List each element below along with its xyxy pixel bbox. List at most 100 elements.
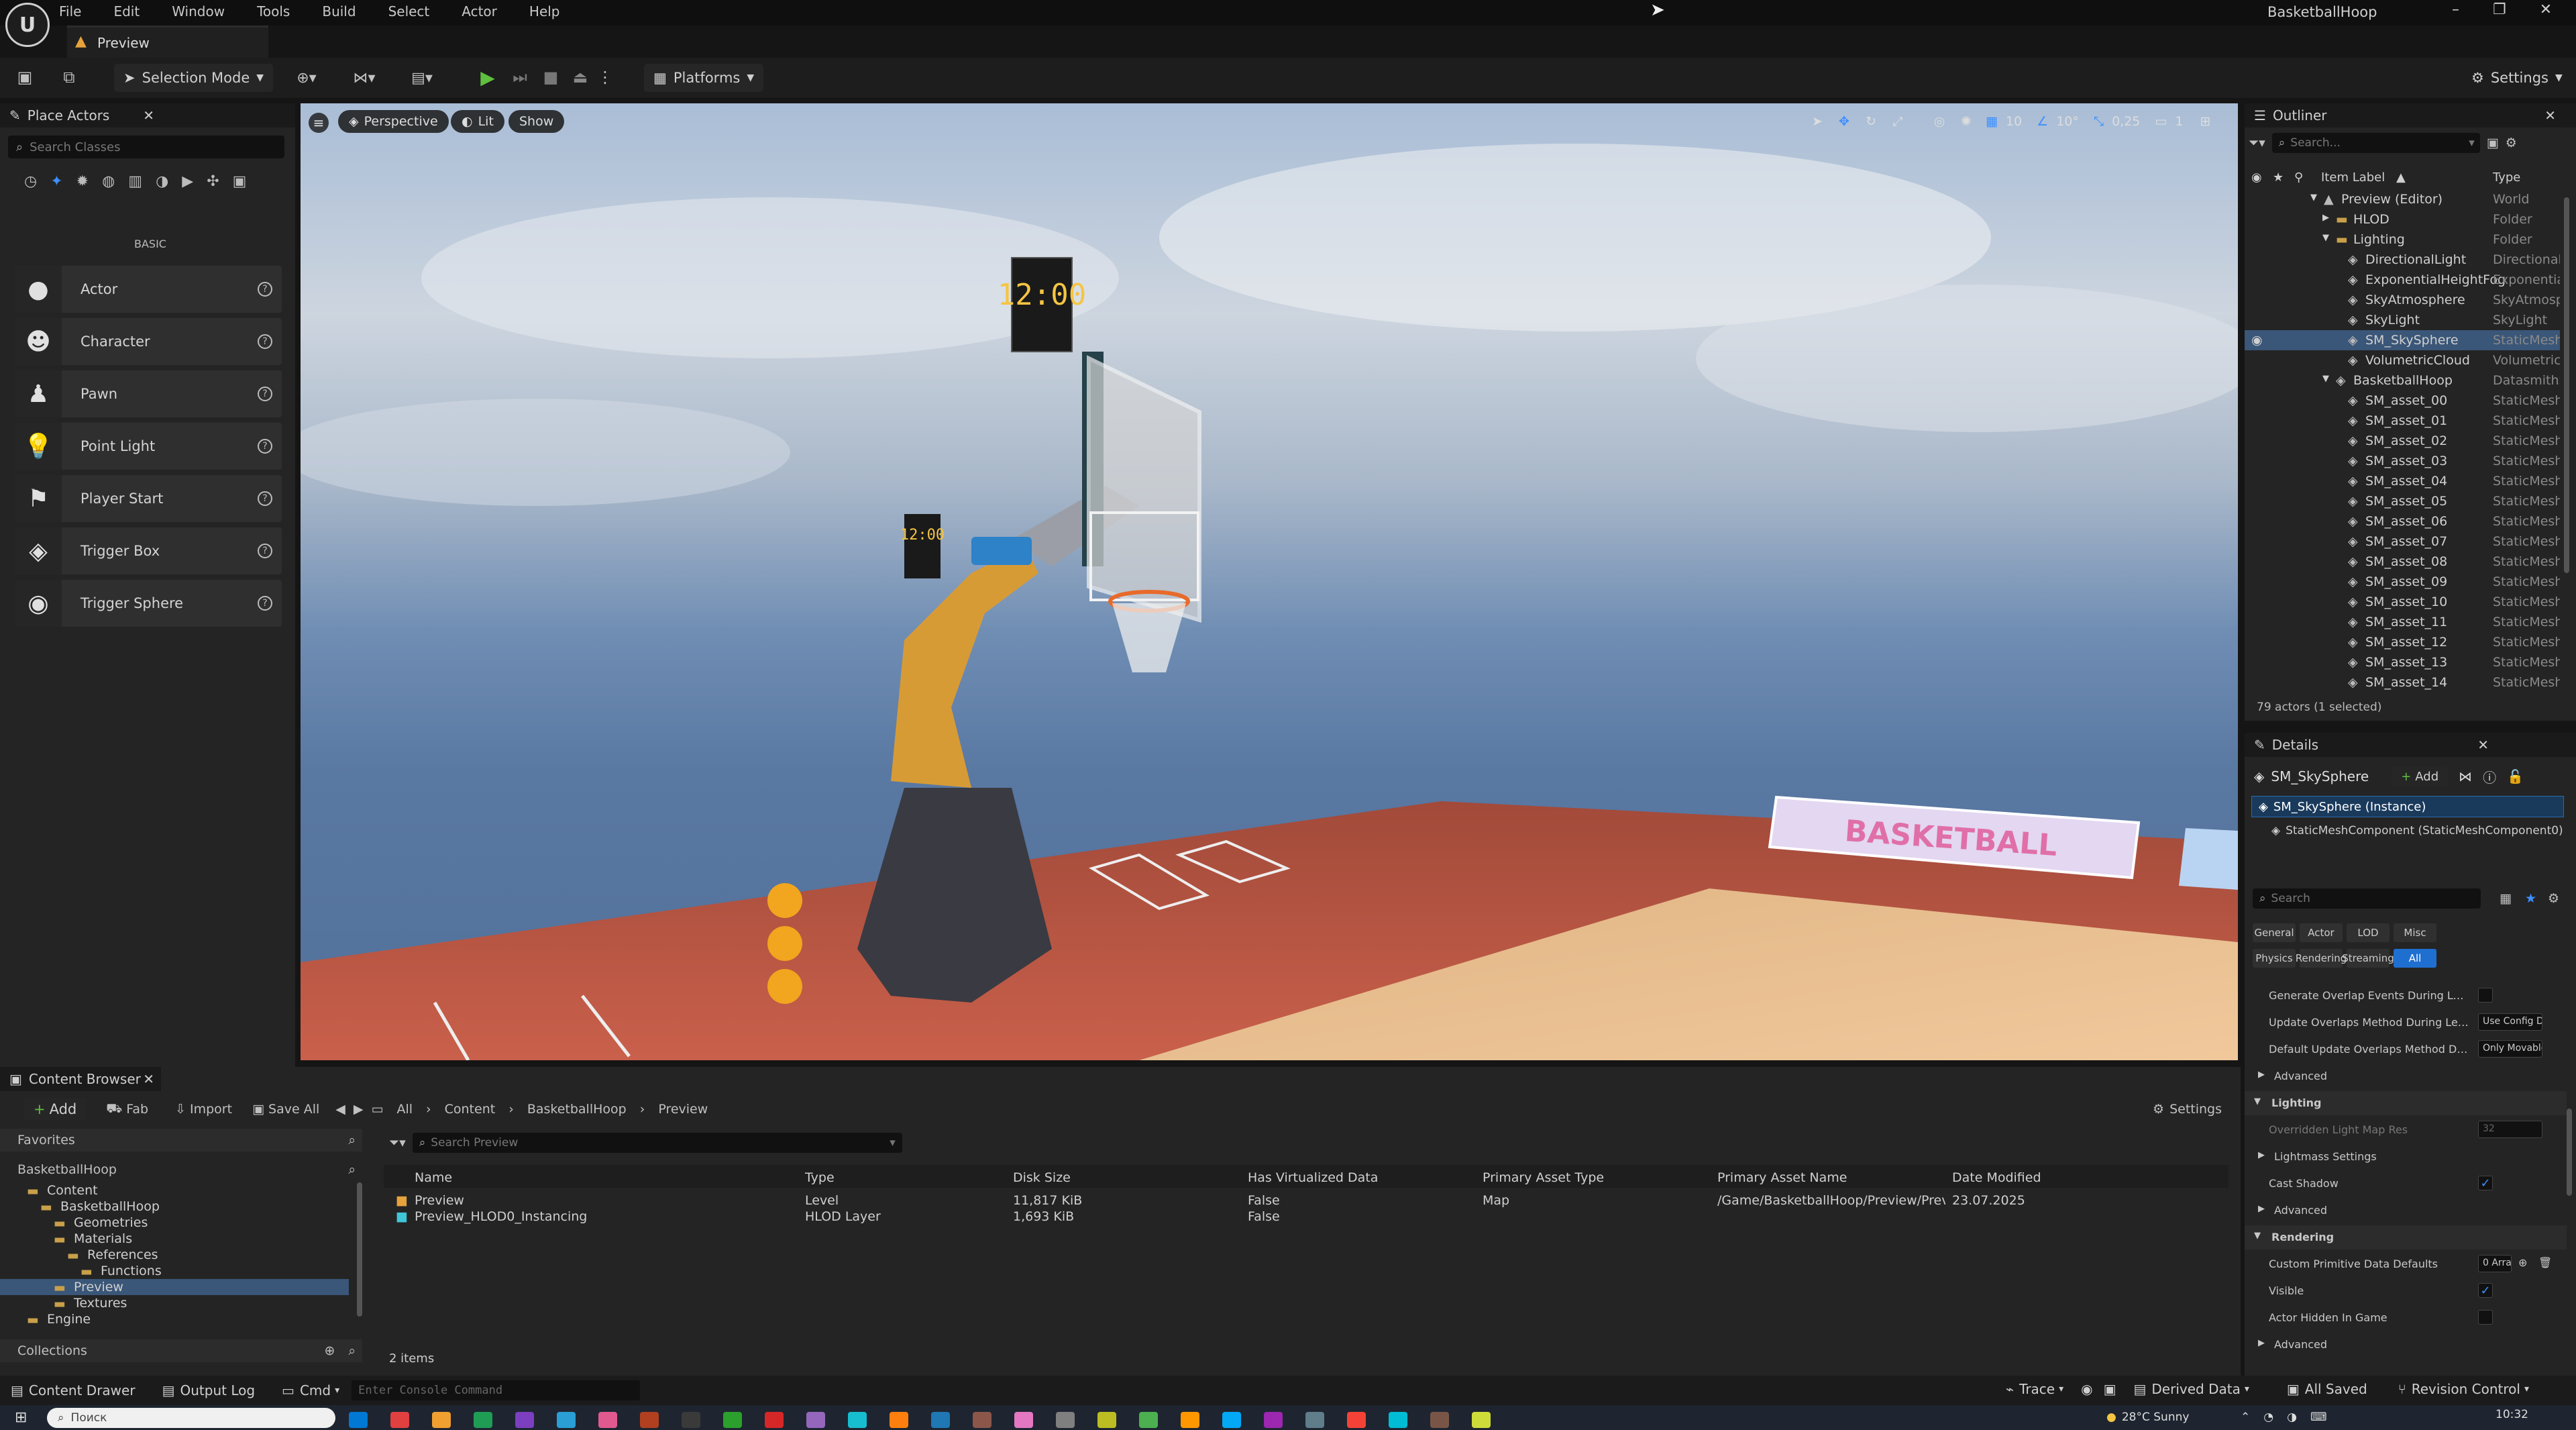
- derived-data-button[interactable]: ▤ Derived Data ▾: [2134, 1381, 2249, 1397]
- level-viewport[interactable]: 12:00 12:00 BASKETBALL ≡ ◈ Perspective ◐…: [301, 103, 2238, 1060]
- taskbar-app-icon[interactable]: [973, 1412, 991, 1428]
- taskbar-app-icon[interactable]: [1347, 1412, 1366, 1428]
- help-icon[interactable]: ?: [258, 334, 272, 349]
- outliner-row[interactable]: ◈ SM_asset_11 StaticMeshActor: [2245, 612, 2560, 632]
- expand-icon[interactable]: ▼: [2254, 1231, 2261, 1241]
- taskbar-app-icon[interactable]: [1222, 1412, 1241, 1428]
- all-classes-icon[interactable]: ▣: [233, 173, 247, 190]
- help-icon[interactable]: ?: [258, 282, 272, 297]
- filter-general[interactable]: General: [2253, 923, 2296, 942]
- outliner-row[interactable]: ◈ SM_asset_07 StaticMeshActor: [2245, 531, 2560, 552]
- details-sub-row[interactable]: Advanced ▶: [2257, 1064, 2565, 1088]
- taskbar-app-icon[interactable]: [557, 1412, 576, 1428]
- details-section-row[interactable]: Rendering ▼: [2245, 1225, 2567, 1249]
- outliner-row[interactable]: ◈ SM_asset_12 StaticMeshActor: [2245, 632, 2560, 652]
- outliner-row[interactable]: ◈ SM_asset_03 StaticMeshActor: [2245, 451, 2560, 471]
- menu-edit[interactable]: Edit: [113, 3, 140, 19]
- expand-icon[interactable]: ▼: [2322, 233, 2329, 243]
- taskbar-app-icon[interactable]: [848, 1412, 867, 1428]
- outliner-row[interactable]: ◈ SM_asset_14 StaticMeshActor: [2245, 672, 2560, 693]
- taskbar-app-icon[interactable]: [765, 1412, 784, 1428]
- filter-misc[interactable]: Misc: [2394, 923, 2436, 942]
- taskbar-app-icon[interactable]: [1472, 1412, 1491, 1428]
- lights-icon[interactable]: ✹: [76, 173, 89, 190]
- eye-icon[interactable]: ◉: [2251, 333, 2263, 348]
- screenshot-icon[interactable]: ▣: [2104, 1381, 2116, 1397]
- tray-icon[interactable]: ⌃: [2241, 1411, 2250, 1424]
- help-icon[interactable]: ?: [258, 544, 272, 558]
- menu-tools[interactable]: Tools: [257, 3, 290, 19]
- output-log-button[interactable]: ▤ Output Log: [162, 1382, 255, 1398]
- gear-icon[interactable]: ⚙: [2506, 136, 2517, 150]
- menu-actor[interactable]: Actor: [462, 3, 497, 19]
- close-icon[interactable]: ✕: [2540, 1, 2552, 18]
- outliner-row[interactable]: ◈ VolumetricCloud VolumetricCloud: [2245, 350, 2560, 370]
- taskbar-app-icon[interactable]: [1389, 1412, 1407, 1428]
- filter-actor[interactable]: Actor: [2300, 923, 2343, 942]
- property-value[interactable]: Only Movable: [2478, 1040, 2542, 1058]
- hamburger-icon[interactable]: ≡: [309, 113, 329, 133]
- outliner-row[interactable]: ▼ ▬ Lighting Folder: [2245, 229, 2560, 250]
- outliner-row[interactable]: ◈ SM_asset_08 StaticMeshActor: [2245, 552, 2560, 572]
- taskbar-app-icon[interactable]: [806, 1412, 825, 1428]
- star-icon[interactable]: ★: [2273, 170, 2284, 185]
- expand-icon[interactable]: ▶: [2258, 1338, 2265, 1348]
- translate-icon[interactable]: ✥: [1833, 110, 1856, 133]
- outliner-row[interactable]: ◈ SM_asset_04 StaticMeshActor: [2245, 471, 2560, 491]
- taskbar-app-icon[interactable]: [1139, 1412, 1158, 1428]
- layout-icon[interactable]: ⊞: [2194, 110, 2216, 133]
- gear-icon[interactable]: ⚙: [2548, 891, 2559, 906]
- rotate-icon[interactable]: ↻: [1860, 110, 1882, 133]
- outliner-row[interactable]: ◈ DirectionalLight DirectionalLight: [2245, 250, 2560, 270]
- place-actor-point-light[interactable]: 💡 Point Light ?: [15, 423, 282, 470]
- filter-physics[interactable]: Physics: [2253, 949, 2296, 968]
- perspective-button[interactable]: ◈ Perspective: [338, 110, 449, 133]
- taskbar-app-icon[interactable]: [349, 1412, 368, 1428]
- network-icon[interactable]: ◔: [2263, 1411, 2273, 1424]
- column-header[interactable]: Name: [415, 1170, 452, 1185]
- component-row[interactable]: ◈ StaticMeshComponent (StaticMeshCompone…: [2271, 820, 2567, 841]
- outliner-row[interactable]: ◈ ExponentialHeightFogExponentialHeightFo…: [2245, 270, 2560, 290]
- shapes-icon[interactable]: ◍: [102, 173, 115, 190]
- menu-window[interactable]: Window: [172, 3, 225, 19]
- table-view-icon[interactable]: ▦: [2500, 891, 2512, 906]
- taskbar-app-icon[interactable]: [598, 1412, 617, 1428]
- place-actor-player-start[interactable]: ⚑ Player Start ?: [15, 475, 282, 522]
- details-search-input[interactable]: ⌕ Search: [2253, 888, 2481, 909]
- expand-icon[interactable]: ▼: [2310, 193, 2317, 203]
- checkbox[interactable]: [2478, 1310, 2493, 1325]
- taskbar-search[interactable]: ⌕ Поиск: [47, 1408, 335, 1428]
- clock[interactable]: 10:32: [2496, 1408, 2528, 1421]
- expand-icon[interactable]: ▶: [2322, 213, 2329, 223]
- surface-snap-icon[interactable]: ✺: [1955, 110, 1978, 133]
- outliner-row[interactable]: ◈ SM_asset_13 StaticMeshActor: [2245, 652, 2560, 672]
- taskbar-app-icon[interactable]: [931, 1412, 950, 1428]
- menu-help[interactable]: Help: [529, 3, 560, 19]
- item-label-column[interactable]: Item Label: [2321, 170, 2385, 185]
- taskbar-app-icon[interactable]: [640, 1412, 659, 1428]
- console-input[interactable]: Enter Console Command: [352, 1380, 641, 1400]
- outliner-row[interactable]: ◈ SM_asset_05 StaticMeshActor: [2245, 491, 2560, 511]
- property-value[interactable]: 0 Array elements: [2478, 1255, 2512, 1272]
- cinematics-icon[interactable]: ▤▾: [405, 67, 439, 89]
- eject-icon[interactable]: ⏏: [569, 66, 592, 89]
- minimize-icon[interactable]: –: [2452, 1, 2459, 18]
- outliner-row[interactable]: ◈ SM_asset_02 StaticMeshActor: [2245, 431, 2560, 451]
- outliner-row[interactable]: ◈ SM_asset_06 StaticMeshActor: [2245, 511, 2560, 531]
- details-sub-row[interactable]: Advanced ▶: [2257, 1198, 2565, 1223]
- column-header[interactable]: Date Modified: [1952, 1170, 2041, 1185]
- maximize-icon[interactable]: ❐: [2493, 1, 2506, 18]
- selection-mode-button[interactable]: ➤ Selection Mode ▼: [114, 64, 274, 92]
- column-header[interactable]: Type: [805, 1170, 835, 1185]
- play-icon[interactable]: ▶: [476, 66, 499, 89]
- camera-speed-icon[interactable]: ▭: [2151, 110, 2171, 133]
- taskbar-app-icon[interactable]: [1056, 1412, 1075, 1428]
- expand-icon[interactable]: ▶: [2258, 1070, 2265, 1080]
- place-actor-trigger-sphere[interactable]: ◉ Trigger Sphere ?: [15, 580, 282, 627]
- column-header[interactable]: Has Virtualized Data: [1248, 1170, 1378, 1185]
- basic-icon[interactable]: ✦: [50, 173, 62, 190]
- taskbar-app-icon[interactable]: [1097, 1412, 1116, 1428]
- save-icon[interactable]: ▣: [15, 67, 35, 87]
- visual-icon[interactable]: ▥: [128, 173, 142, 190]
- lock-icon[interactable]: 🔓: [2507, 768, 2524, 784]
